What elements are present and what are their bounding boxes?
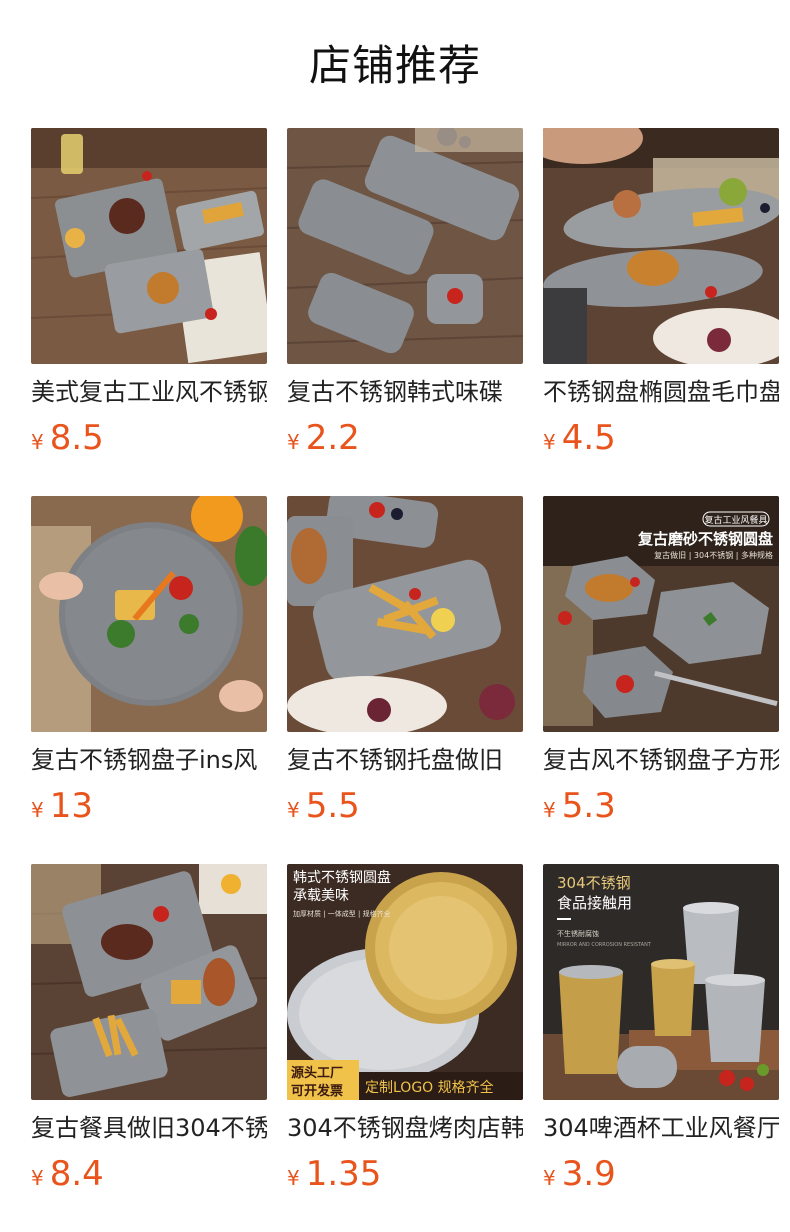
currency-symbol: ¥ xyxy=(31,430,44,454)
product-image[interactable]: 复古工业风餐具 复古磨砂不锈钢圆盘 复古做旧 | 304不锈钢 | 多种规格 xyxy=(543,496,779,732)
product-name[interactable]: 复古餐具做旧304不锈钢 xyxy=(31,1110,267,1146)
product-image[interactable] xyxy=(287,496,523,732)
banner-subtitle-en: MIRROR AND CORROSION RESISTANT xyxy=(557,942,652,948)
product-image[interactable]: 韩式不锈钢圆盘 承载美味 加厚材质 | 一体成型 | 规格齐全 源头工厂 可开发… xyxy=(287,864,523,1100)
product-price: ¥8.5 xyxy=(31,418,104,458)
product-image[interactable] xyxy=(543,128,779,364)
product-price: ¥1.35 xyxy=(287,1154,381,1194)
price-value: 5.3 xyxy=(561,786,616,826)
currency-symbol: ¥ xyxy=(543,1166,556,1190)
currency-symbol: ¥ xyxy=(287,798,300,822)
product-name[interactable]: 复古风不锈钢盘子方形 xyxy=(543,742,779,778)
banner-title-2: 承载美味 xyxy=(293,888,349,904)
price-value: 5.5 xyxy=(305,786,360,826)
currency-symbol: ¥ xyxy=(31,1166,44,1190)
currency-symbol: ¥ xyxy=(31,798,44,822)
product-name[interactable]: 复古不锈钢托盘做旧 xyxy=(287,742,523,778)
product-name[interactable]: 304啤酒杯工业风餐厅 xyxy=(543,1110,779,1146)
product-image[interactable] xyxy=(31,128,267,364)
banner-footer: 定制LOGO 规格齐全 xyxy=(365,1079,494,1096)
banner-subtitle: 加厚材质 | 一体成型 | 规格齐全 xyxy=(293,909,391,918)
price-value: 2.2 xyxy=(305,418,360,458)
product-name[interactable]: 304不锈钢盘烤肉店韩式 xyxy=(287,1110,523,1146)
product-price: ¥13 xyxy=(31,786,93,826)
price-value: 13 xyxy=(49,786,93,826)
banner-title-1: 韩式不锈钢圆盘 xyxy=(293,869,391,886)
product-price: ¥4.5 xyxy=(543,418,616,458)
product-price: ¥8.4 xyxy=(31,1154,104,1194)
currency-symbol: ¥ xyxy=(287,1166,300,1190)
price-value: 1.35 xyxy=(305,1154,382,1194)
banner-subtitle: 复古做旧 | 304不锈钢 | 多种规格 xyxy=(654,550,773,560)
banner-title-2: 食品接触用 xyxy=(557,894,632,912)
product-name[interactable]: 复古不锈钢韩式味碟 xyxy=(287,374,523,410)
price-value: 8.5 xyxy=(49,418,104,458)
price-value: 4.5 xyxy=(561,418,616,458)
currency-symbol: ¥ xyxy=(543,430,556,454)
price-value: 8.4 xyxy=(49,1154,104,1194)
banner-title-1: 304不锈钢 xyxy=(557,874,631,892)
badge-line-2: 可开发票 xyxy=(291,1083,343,1099)
banner-title: 复古磨砂不锈钢圆盘 xyxy=(637,530,773,548)
product-price: ¥5.3 xyxy=(543,786,616,826)
product-image[interactable] xyxy=(287,128,523,364)
currency-symbol: ¥ xyxy=(543,798,556,822)
price-value: 3.9 xyxy=(561,1154,616,1194)
currency-symbol: ¥ xyxy=(287,430,300,454)
badge-line-1: 源头工厂 xyxy=(291,1065,343,1081)
banner-tag: 复古工业风餐具 xyxy=(704,514,767,526)
product-grid: 美式复古工业风不锈钢 ¥8.5 复古不锈钢韩式味碟 ¥ 2.2 不锈钢盘椭圆盘毛… xyxy=(0,0,790,1232)
product-name[interactable]: 不锈钢盘椭圆盘毛巾盘 xyxy=(543,374,779,410)
product-name[interactable]: 复古不锈钢盘子ins风 xyxy=(31,742,267,778)
banner-subtitle: 不生锈耐腐蚀 xyxy=(557,929,599,938)
product-price: ¥2.2 xyxy=(287,418,360,458)
product-image[interactable] xyxy=(31,864,267,1100)
product-price: ¥3.9 xyxy=(543,1154,616,1194)
product-image[interactable] xyxy=(31,496,267,732)
product-price: ¥5.5 xyxy=(287,786,360,826)
product-image[interactable]: 304不锈钢 食品接触用 不生锈耐腐蚀 MIRROR AND CORROSION… xyxy=(543,864,779,1100)
product-name[interactable]: 美式复古工业风不锈钢 xyxy=(31,374,267,410)
